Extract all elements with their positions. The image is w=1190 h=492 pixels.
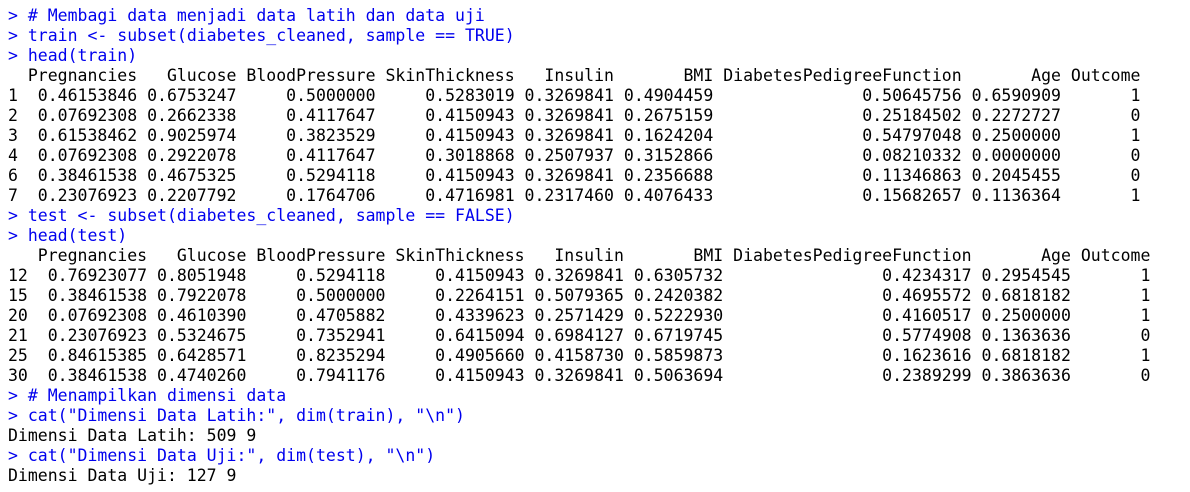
console-command-line: > cat("Dimensi Data Latih:", dim(train),…	[8, 406, 1188, 426]
console-output-line: 25 0.84615385 0.6428571 0.8235294 0.4905…	[8, 346, 1188, 366]
command-text: # Membagi data menjadi data latih dan da…	[27, 6, 485, 25]
command-text: # Menampilkan dimensi data	[27, 386, 287, 405]
output-text: 30 0.38461538 0.4740260 0.7941176 0.4150…	[8, 366, 1151, 385]
command-text: cat("Dimensi Data Uji:", dim(test), "\n"…	[27, 446, 436, 465]
command-text: cat("Dimensi Data Latih:", dim(train), "…	[27, 406, 465, 425]
output-text: 20 0.07692308 0.4610390 0.4705882 0.4339…	[8, 306, 1151, 325]
console-command-line: > # Menampilkan dimensi data	[8, 386, 1188, 406]
console-command-line: > train <- subset(diabetes_cleaned, samp…	[8, 26, 1188, 46]
console-prompt: >	[8, 6, 28, 25]
console-command-line: > head(test)	[8, 226, 1188, 246]
console-command-line: > # Membagi data menjadi data latih dan …	[8, 6, 1188, 26]
command-text: train <- subset(diabetes_cleaned, sample…	[27, 26, 515, 45]
command-text: test <- subset(diabetes_cleaned, sample …	[27, 206, 515, 225]
console-prompt: >	[8, 386, 28, 405]
console-command-line: > cat("Dimensi Data Uji:", dim(test), "\…	[8, 446, 1188, 466]
console-output-line: 7 0.23076923 0.2207792 0.1764706 0.47169…	[8, 186, 1188, 206]
console-output-line: 21 0.23076923 0.5324675 0.7352941 0.6415…	[8, 326, 1188, 346]
console-output-line: Pregnancies Glucose BloodPressure SkinTh…	[8, 246, 1188, 266]
command-text: head(test)	[27, 226, 128, 245]
output-text: 3 0.61538462 0.9025974 0.3823529 0.41509…	[8, 126, 1141, 145]
output-text: 6 0.38461538 0.4675325 0.5294118 0.41509…	[8, 166, 1141, 185]
console-output-line: 3 0.61538462 0.9025974 0.3823529 0.41509…	[8, 126, 1188, 146]
output-text: 12 0.76923077 0.8051948 0.5294118 0.4150…	[8, 266, 1151, 285]
console-prompt: >	[8, 206, 28, 225]
console-output-line: 1 0.46153846 0.6753247 0.5000000 0.52830…	[8, 86, 1188, 106]
r-console-output: > # Membagi data menjadi data latih dan …	[8, 6, 1188, 486]
console-prompt: >	[8, 446, 28, 465]
console-output-line: 4 0.07692308 0.2922078 0.4117647 0.30188…	[8, 146, 1188, 166]
console-command-line: > test <- subset(diabetes_cleaned, sampl…	[8, 206, 1188, 226]
output-text: 7 0.23076923 0.2207792 0.1764706 0.47169…	[8, 186, 1141, 205]
output-text: 25 0.84615385 0.6428571 0.8235294 0.4905…	[8, 346, 1151, 365]
console-output-line: 2 0.07692308 0.2662338 0.4117647 0.41509…	[8, 106, 1188, 126]
console-prompt: >	[8, 26, 28, 45]
command-text: head(train)	[27, 46, 138, 65]
console-output-line: Dimensi Data Uji: 127 9	[8, 466, 1188, 486]
output-text: 2 0.07692308 0.2662338 0.4117647 0.41509…	[8, 106, 1141, 125]
console-output-line: 12 0.76923077 0.8051948 0.5294118 0.4150…	[8, 266, 1188, 286]
output-text: Pregnancies Glucose BloodPressure SkinTh…	[8, 246, 1151, 265]
output-text: Pregnancies Glucose BloodPressure SkinTh…	[8, 66, 1141, 85]
console-output-line: 20 0.07692308 0.4610390 0.4705882 0.4339…	[8, 306, 1188, 326]
console-output-line: Dimensi Data Latih: 509 9	[8, 426, 1188, 446]
output-text: 15 0.38461538 0.7922078 0.5000000 0.2264…	[8, 286, 1151, 305]
console-output-line: 6 0.38461538 0.4675325 0.5294118 0.41509…	[8, 166, 1188, 186]
console-prompt: >	[8, 46, 28, 65]
console-prompt: >	[8, 226, 28, 245]
console-output-line: Pregnancies Glucose BloodPressure SkinTh…	[8, 66, 1188, 86]
output-text: 4 0.07692308 0.2922078 0.4117647 0.30188…	[8, 146, 1141, 165]
output-text: 1 0.46153846 0.6753247 0.5000000 0.52830…	[8, 86, 1141, 105]
console-output-line: 30 0.38461538 0.4740260 0.7941176 0.4150…	[8, 366, 1188, 386]
console-command-line: > head(train)	[8, 46, 1188, 66]
output-text: 21 0.23076923 0.5324675 0.7352941 0.6415…	[8, 326, 1151, 345]
output-text: Dimensi Data Latih: 509 9	[8, 426, 257, 445]
output-text: Dimensi Data Uji: 127 9	[8, 466, 237, 485]
console-output-line: 15 0.38461538 0.7922078 0.5000000 0.2264…	[8, 286, 1188, 306]
console-prompt: >	[8, 406, 28, 425]
